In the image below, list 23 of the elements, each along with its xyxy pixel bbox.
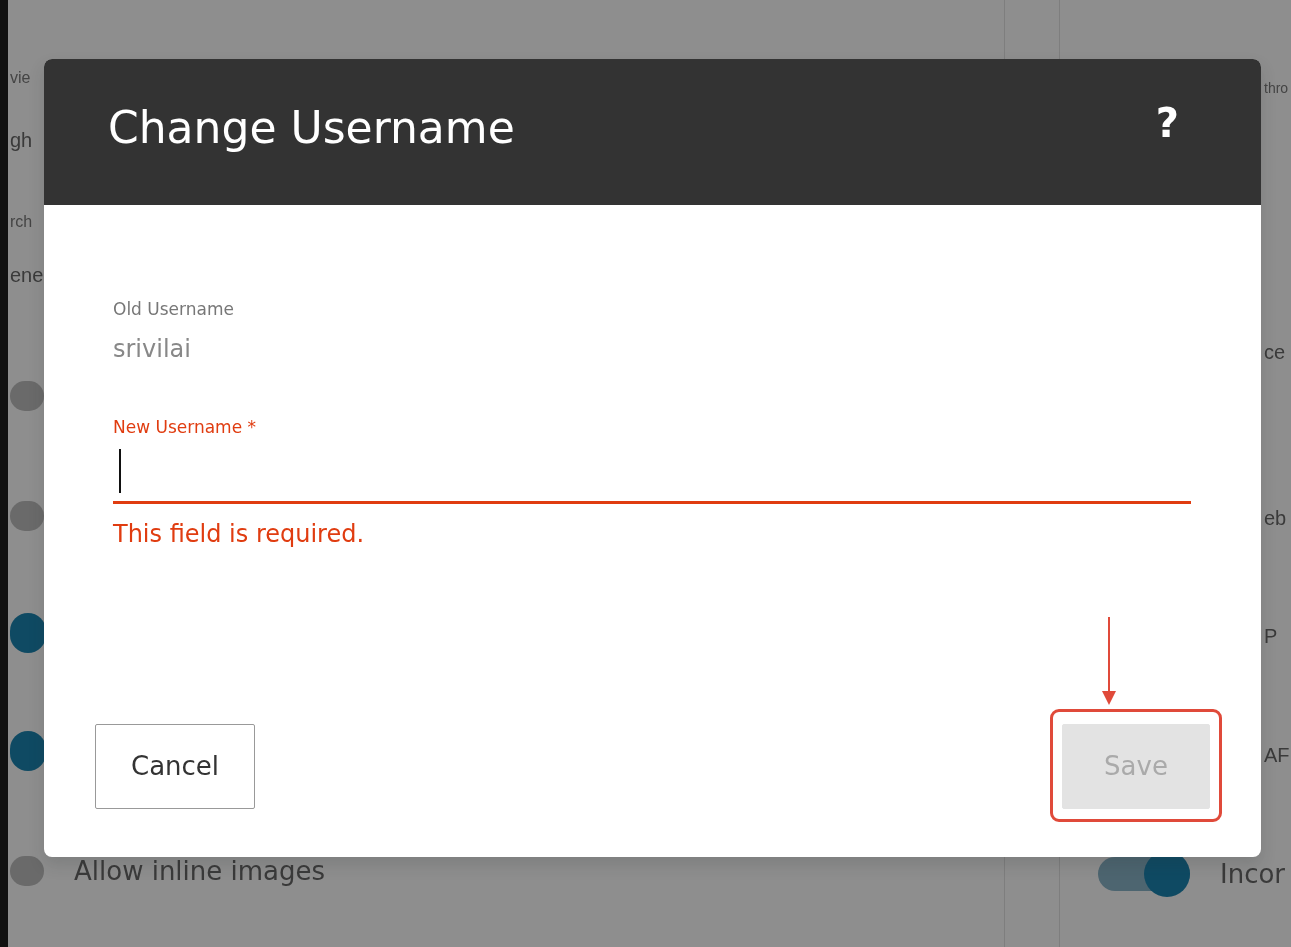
toggle-switch[interactable]: [10, 613, 46, 653]
toggle-switch[interactable]: [10, 501, 44, 531]
setting-label: thro: [1264, 78, 1289, 98]
setting-label: gh: [10, 128, 33, 153]
setting-label: ce: [1264, 340, 1286, 365]
setting-label: Allow inline images: [74, 854, 326, 888]
setting-label: eb: [1264, 506, 1287, 531]
setting-label: rch: [10, 212, 33, 232]
setting-label: ene: [10, 263, 44, 288]
field-label: Old Username: [113, 298, 235, 321]
toggle-switch[interactable]: [10, 731, 46, 771]
cancel-button[interactable]: Cancel: [95, 724, 256, 809]
dialog-title: Change Username: [108, 101, 515, 155]
toggle-switch[interactable]: [10, 381, 44, 411]
field-label: New Username *: [113, 415, 258, 439]
setting-label: AF: [1264, 743, 1290, 768]
setting-label: Incor: [1220, 857, 1286, 891]
help-button[interactable]: ?: [1155, 103, 1179, 143]
setting-label: vie: [10, 68, 31, 88]
field-value: srivilai: [113, 333, 192, 365]
toggle-switch[interactable]: [10, 856, 44, 886]
setting-label: P: [1264, 624, 1278, 649]
error-message: This field is required.: [113, 519, 366, 550]
